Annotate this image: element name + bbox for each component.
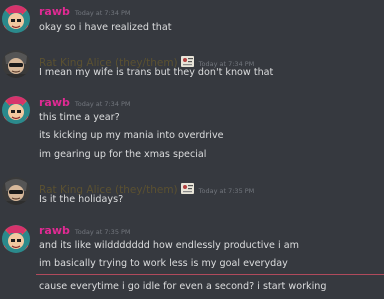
avatar-alice-icon[interactable] <box>2 177 30 205</box>
timestamp: Today at 7:35 PM <box>74 228 131 236</box>
message-text: cause everytime i go idle for even a sec… <box>39 281 327 292</box>
message-text: okay so i have realized that <box>39 22 172 33</box>
avatar-rawb-icon[interactable] <box>2 96 30 124</box>
message-header: rawb Today at 7:35 PM <box>39 224 131 238</box>
avatar-rawb-icon[interactable] <box>2 5 30 33</box>
username[interactable]: rawb <box>39 96 70 110</box>
timestamp: Today at 7:34 PM <box>74 100 131 108</box>
role-badge-icon <box>180 52 194 67</box>
username[interactable]: rawb <box>39 5 70 19</box>
avatar-rawb-icon[interactable] <box>2 225 30 253</box>
avatar-alice-icon[interactable] <box>2 50 30 78</box>
message-text: im basically trying to work less is my g… <box>39 258 288 269</box>
message-text: Is it the holidays? <box>39 194 124 205</box>
new-messages-divider <box>36 274 384 275</box>
timestamp: Today at 7:34 PM <box>74 9 131 17</box>
message-text: I mean my wife is trans but they don't k… <box>39 67 274 78</box>
message-text: this time a year? <box>39 112 120 123</box>
message-header: Rat King Alice (they/them) Today at 7:35… <box>39 178 254 196</box>
username[interactable]: rawb <box>39 224 70 238</box>
message-text: its kicking up my mania into overdrive <box>39 130 224 141</box>
message-text: and its like wilddddddd how endlessly pr… <box>39 240 299 251</box>
role-badge-icon <box>180 179 194 194</box>
message-text: im gearing up for the xmas special <box>39 149 207 160</box>
message-header: rawb Today at 7:34 PM <box>39 96 131 110</box>
message-header: Rat King Alice (they/them) Today at 7:34… <box>39 51 254 69</box>
timestamp: Today at 7:35 PM <box>198 187 255 195</box>
message-header: rawb Today at 7:34 PM <box>39 5 131 19</box>
chat-messages: rawb Today at 7:34 PM okay so i have rea… <box>0 0 384 299</box>
